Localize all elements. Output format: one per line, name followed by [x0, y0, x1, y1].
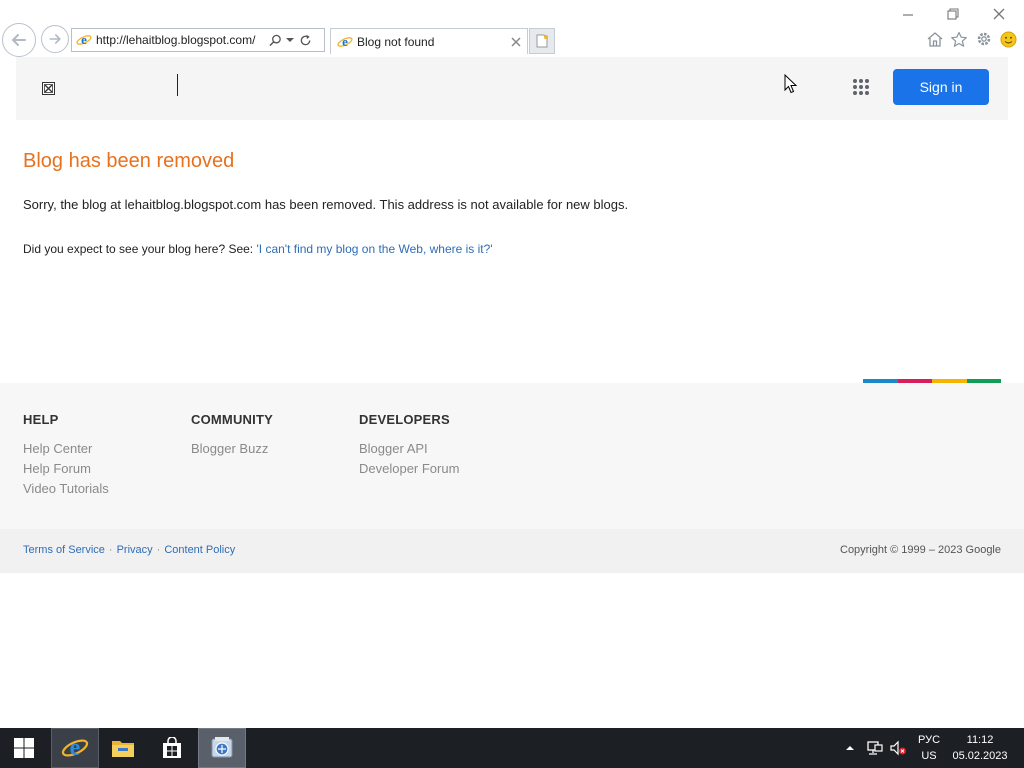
search-icon	[269, 34, 281, 46]
footer-heading-developers: DEVELOPERS	[359, 412, 450, 427]
tools-button[interactable]	[974, 30, 994, 48]
windows-start-icon	[14, 738, 34, 758]
network-icon	[867, 741, 883, 755]
footer-community-column: COMMUNITY Blogger Buzz	[191, 412, 273, 459]
help-message: Did you expect to see your blog here? Se…	[23, 242, 493, 256]
gear-icon	[977, 32, 991, 46]
forward-button[interactable]	[41, 25, 69, 53]
favorites-star-icon	[951, 31, 967, 47]
language-code: РУС	[917, 734, 941, 746]
text-cursor	[177, 74, 178, 96]
forward-arrow-icon	[49, 34, 61, 44]
blogger-api-link[interactable]: Blogger API	[359, 439, 459, 459]
start-button[interactable]	[0, 728, 48, 768]
app-icon	[211, 737, 233, 758]
svg-text:e: e	[342, 34, 348, 49]
back-arrow-icon	[12, 34, 26, 46]
system-clock[interactable]: 11:12 05.02.2023	[946, 732, 1014, 764]
home-button[interactable]	[925, 30, 945, 48]
url-text[interactable]: http://lehaitblog.blogspot.com/	[96, 33, 264, 47]
footer: HELP Help Center Help Forum Video Tutori…	[0, 383, 1024, 529]
help-center-link[interactable]: Help Center	[23, 439, 109, 459]
footer-help-column: HELP Help Center Help Forum Video Tutori…	[23, 412, 109, 499]
svg-text:e: e	[81, 32, 87, 47]
dropdown-arrow-icon	[286, 38, 294, 42]
content-policy-link[interactable]: Content Policy	[164, 544, 235, 556]
taskbar-app[interactable]	[198, 728, 246, 768]
separator: ·	[108, 544, 113, 556]
minimize-icon	[903, 14, 913, 16]
feedback-button[interactable]	[998, 30, 1018, 48]
footer-developers-column: DEVELOPERS Blogger API Developer Forum	[359, 412, 459, 479]
ie-page-icon: e	[76, 32, 92, 47]
file-explorer-icon	[112, 741, 134, 757]
home-icon	[927, 31, 943, 47]
removed-message: Sorry, the blog at lehaitblog.blogspot.c…	[23, 197, 629, 212]
svg-text:e: e	[70, 735, 81, 761]
sign-in-button[interactable]: Sign in	[893, 69, 989, 105]
window-close-button[interactable]	[988, 6, 1010, 22]
restore-icon	[947, 8, 959, 20]
tab-blog-not-found[interactable]: e Blog not found	[330, 28, 528, 54]
close-icon	[511, 36, 521, 47]
refresh-icon	[300, 34, 310, 45]
show-hidden-icons-button[interactable]	[844, 740, 856, 756]
volume-tray-button[interactable]	[889, 740, 907, 756]
privacy-link[interactable]: Privacy	[117, 544, 153, 556]
address-bar[interactable]: e http://lehaitblog.blogspot.com/	[71, 28, 325, 52]
terms-of-service-link[interactable]: Terms of Service	[23, 544, 105, 556]
video-tutorials-link[interactable]: Video Tutorials	[23, 479, 109, 499]
legal-bar: Terms of Service · Privacy · Content Policy …	[0, 529, 1024, 573]
show-hidden-icons-icon	[846, 746, 854, 750]
search-button[interactable]	[268, 33, 282, 47]
keyboard-layout: US	[921, 750, 937, 762]
minimize-button[interactable]	[897, 6, 919, 22]
help-message-prefix: Did you expect to see your blog here? Se…	[23, 242, 257, 256]
apps-grid-icon[interactable]	[852, 78, 870, 96]
blogger-buzz-link[interactable]: Blogger Buzz	[191, 439, 273, 459]
clock-date: 05.02.2023	[952, 750, 1008, 762]
new-tab-icon	[536, 34, 548, 48]
blogger-header: Sign in	[16, 57, 1008, 120]
mouse-pointer-icon	[784, 74, 798, 94]
internet-explorer-icon: e	[61, 735, 89, 761]
developer-forum-link[interactable]: Developer Forum	[359, 459, 459, 479]
restore-button[interactable]	[942, 6, 964, 22]
page-title: Blog has been removed	[23, 150, 235, 172]
new-tab-button[interactable]	[529, 28, 555, 54]
favorites-button[interactable]	[949, 30, 969, 48]
refresh-button[interactable]	[298, 33, 312, 47]
volume-muted-icon	[890, 740, 906, 756]
network-tray-button[interactable]	[866, 740, 884, 756]
store-icon	[163, 737, 181, 758]
copyright: Copyright © 1999 – 2023 Google	[840, 544, 1001, 556]
taskbar: e РУС US 11:12 05.02.2023	[0, 728, 1024, 768]
footer-heading-help: HELP	[23, 412, 59, 427]
legal-links: Terms of Service · Privacy · Content Policy	[23, 544, 235, 556]
address-dropdown[interactable]	[286, 33, 294, 47]
find-blog-help-link[interactable]: 'I can't find my blog on the Web, where …	[256, 242, 492, 256]
separator: ·	[156, 544, 161, 556]
tab-title: Blog not found	[357, 34, 435, 49]
clock-time: 11:12	[966, 734, 994, 746]
taskbar-internet-explorer[interactable]: e	[51, 728, 99, 768]
back-button[interactable]	[2, 23, 36, 57]
input-language-indicator[interactable]: РУС US	[914, 732, 944, 764]
browser-chrome: e http://lehaitblog.blogspot.com/ e Blog	[0, 0, 1024, 58]
footer-heading-community: COMMUNITY	[191, 412, 273, 427]
taskbar-store[interactable]	[148, 728, 196, 768]
ie-page-icon: e	[337, 34, 353, 49]
smiley-feedback-icon	[1000, 31, 1016, 47]
broken-image-icon	[42, 82, 55, 95]
tab-close-button[interactable]	[509, 35, 523, 49]
window-close-icon	[993, 8, 1005, 20]
taskbar-file-explorer[interactable]	[99, 728, 147, 768]
help-forum-link[interactable]: Help Forum	[23, 459, 109, 479]
